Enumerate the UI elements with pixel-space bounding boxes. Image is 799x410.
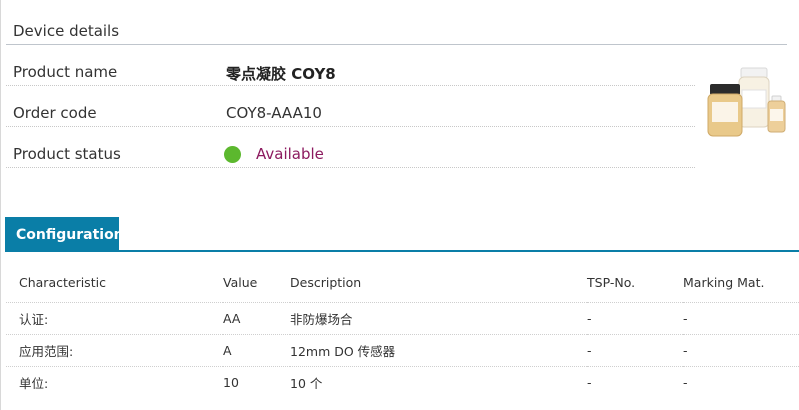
- cell-value: A: [223, 334, 290, 367]
- detail-row-product-name: Product name 零点凝胶 COY8: [6, 45, 695, 86]
- header-tsp-no: TSP-No.: [587, 263, 683, 303]
- cell-tsp-no: -: [587, 302, 683, 335]
- cell-marking-mat: -: [683, 302, 799, 335]
- order-code-value: COY8-AAA10: [226, 104, 322, 122]
- cell-value: AA: [223, 302, 290, 335]
- header-description: Description: [290, 263, 587, 303]
- detail-row-product-status: Product status Available: [6, 127, 695, 168]
- cell-tsp-no: -: [587, 374, 592, 390]
- cell-tsp-no: -: [587, 334, 683, 367]
- detail-row-order-code: Order code COY8-AAA10: [6, 86, 695, 127]
- product-image: [707, 67, 786, 137]
- header-marking-mat: Marking Mat.: [683, 263, 799, 303]
- table-row: 应用范围: A 12mm DO 传感器 - -: [6, 334, 799, 367]
- header-value: Value: [223, 263, 290, 303]
- cell-characteristic: 应用范围:: [6, 334, 223, 367]
- tab-underline: [5, 250, 799, 252]
- cell-description: 10 个: [290, 375, 323, 391]
- product-name-value: 零点凝胶 COY8: [226, 65, 336, 83]
- status-available-icon: [224, 146, 241, 163]
- header-characteristic: Characteristic: [6, 263, 223, 303]
- section-title: Device details: [13, 22, 120, 40]
- product-status-label: Product status: [13, 145, 121, 163]
- cell-marking-mat: -: [683, 334, 799, 367]
- product-status-value: Available: [256, 145, 324, 163]
- cell-marking-mat: -: [683, 374, 688, 390]
- table-row: 单位: 10 10 个 - -: [6, 366, 799, 398]
- cell-value: 10: [223, 374, 239, 390]
- cell-description: 12mm DO 传感器: [290, 334, 587, 367]
- table-header-row: Characteristic Value Description TSP-No.…: [6, 263, 799, 303]
- cell-characteristic: 认证:: [6, 302, 223, 335]
- configuration-table: Characteristic Value Description TSP-No.…: [6, 263, 799, 398]
- table-row: 认证: AA 非防爆场合 - -: [6, 302, 799, 335]
- product-name-label: Product name: [13, 63, 118, 81]
- cell-description: 非防爆场合: [290, 302, 587, 335]
- tab-configuration[interactable]: Configuration: [5, 217, 124, 251]
- order-code-label: Order code: [13, 104, 97, 122]
- cell-characteristic: 单位:: [19, 375, 49, 391]
